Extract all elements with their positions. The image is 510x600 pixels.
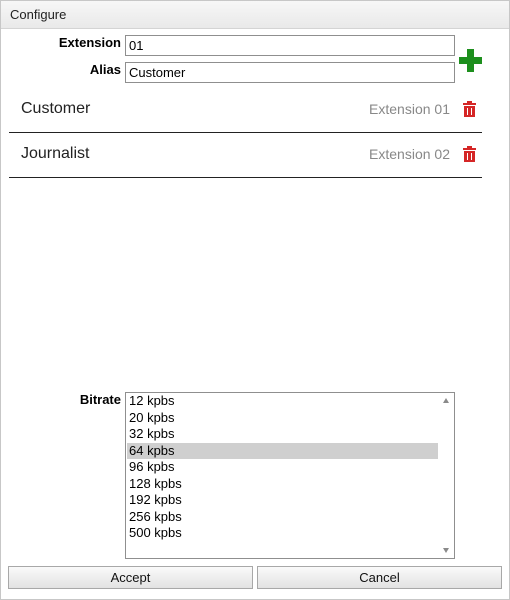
cancel-button[interactable]: Cancel [257, 566, 502, 589]
bitrate-listbox[interactable]: 12 kpbs 20 kpbs 32 kpbs 64 kpbs 96 kpbs … [125, 392, 455, 559]
listbox-scrollbar[interactable] [438, 393, 454, 558]
plus-icon[interactable] [459, 49, 482, 72]
scroll-down-arrow-icon[interactable] [443, 548, 449, 553]
accept-button[interactable]: Accept [8, 566, 253, 589]
alias-row-journalist[interactable]: Journalist Extension 02 [9, 133, 482, 178]
bitrate-option[interactable]: 20 kpbs [127, 410, 439, 426]
bitrate-option-selected[interactable]: 64 kpbs [127, 442, 439, 459]
bitrate-option[interactable]: 192 kpbs [127, 492, 439, 508]
bitrate-option[interactable]: 128 kpbs [127, 476, 439, 492]
bitrate-label: Bitrate [79, 392, 121, 407]
extension-input[interactable] [125, 35, 455, 56]
configure-dialog: Configure Extension Alias Customer Exten… [0, 0, 510, 600]
alias-name: Customer [21, 100, 91, 117]
alias-input[interactable] [125, 62, 455, 83]
scroll-up-arrow-icon[interactable] [443, 398, 449, 403]
trash-icon[interactable] [463, 101, 476, 117]
alias-label: Alias [89, 62, 121, 77]
bitrate-option[interactable]: 32 kpbs [127, 426, 439, 442]
alias-name: Journalist [21, 145, 90, 162]
trash-icon[interactable] [463, 146, 476, 162]
alias-row-customer[interactable]: Customer Extension 01 [9, 88, 482, 133]
bitrate-option[interactable]: 12 kpbs [127, 393, 439, 409]
bitrate-option[interactable]: 96 kpbs [127, 459, 439, 475]
dialog-title: Configure [10, 7, 67, 22]
alias-extension: Extension 01 [369, 101, 450, 117]
bitrate-option[interactable]: 256 kpbs [127, 509, 439, 525]
bitrate-option[interactable]: 500 kpbs [127, 525, 439, 541]
alias-extension: Extension 02 [369, 146, 450, 162]
extension-label: Extension [58, 35, 121, 50]
dialog-titlebar: Configure [1, 1, 509, 29]
